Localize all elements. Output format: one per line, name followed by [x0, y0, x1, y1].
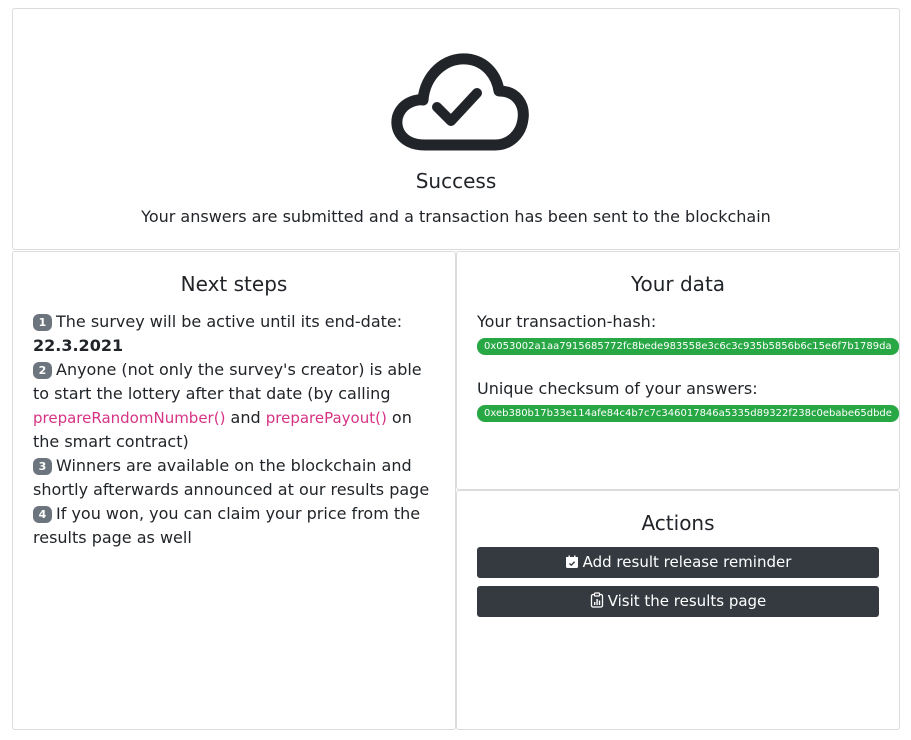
- checksum-label: Unique checksum of your answers:: [477, 379, 758, 398]
- step-4: 4 If you won, you can claim your price fr…: [33, 502, 435, 550]
- step-text: and: [230, 408, 261, 427]
- clipboard-data-icon: [590, 592, 603, 608]
- actions-title: Actions: [641, 511, 715, 535]
- success-message: Your answers are submitted and a transac…: [141, 207, 771, 226]
- visit-results-label: Visit the results page: [607, 592, 767, 610]
- your-data-title: Your data: [630, 272, 726, 296]
- success-card: Success Your answers are submitted and a…: [12, 8, 900, 250]
- step-number-badge: 2: [33, 362, 52, 379]
- step-text: Winners are available on the blockchain …: [33, 456, 430, 499]
- next-steps-title: Next steps: [180, 272, 288, 296]
- step-text: The survey will be active until its end-…: [56, 312, 403, 331]
- visit-results-button[interactable]: Visit the results page: [477, 586, 879, 617]
- code-prepare-random-number: prepareRandomNumber(): [33, 409, 226, 427]
- calendar-check-icon: [565, 555, 578, 568]
- next-steps-card: Next steps 1 The survey will be active un…: [12, 251, 456, 730]
- step-1: 1 The survey will be active until its end…: [33, 310, 435, 358]
- steps-list: 1 The survey will be active until its end…: [13, 296, 455, 550]
- add-reminder-label: Add result release reminder: [582, 553, 792, 571]
- success-title: Success: [415, 169, 497, 193]
- end-date: 22.3.2021: [33, 336, 124, 355]
- transaction-hash-badge[interactable]: 0x053002a1aa7915685772fc8bede983558e3c6c…: [477, 338, 899, 355]
- step-number-badge: 3: [33, 458, 52, 475]
- transaction-hash-label: Your transaction-hash:: [477, 312, 657, 331]
- checksum-badge[interactable]: 0xeb380b17b33e114afe84c4b7c7c346017846a5…: [477, 405, 899, 422]
- step-number-badge: 1: [33, 314, 52, 331]
- step-number-badge: 4: [33, 506, 52, 523]
- step-text: If you won, you can claim your price fro…: [33, 504, 421, 547]
- step-text: Anyone (not only the survey's creator) i…: [33, 360, 422, 403]
- add-reminder-button[interactable]: Add result release reminder: [477, 547, 879, 578]
- step-3: 3 Winners are available on the blockchain…: [33, 454, 435, 502]
- step-2: 2 Anyone (not only the survey's creator) …: [33, 358, 435, 454]
- actions-card: Actions Add result release reminder Visi…: [456, 490, 900, 730]
- code-prepare-payout: preparePayout(): [265, 409, 387, 427]
- cloud-check-icon: [391, 53, 529, 151]
- your-data-card: Your data Your transaction-hash: 0x05300…: [456, 251, 900, 490]
